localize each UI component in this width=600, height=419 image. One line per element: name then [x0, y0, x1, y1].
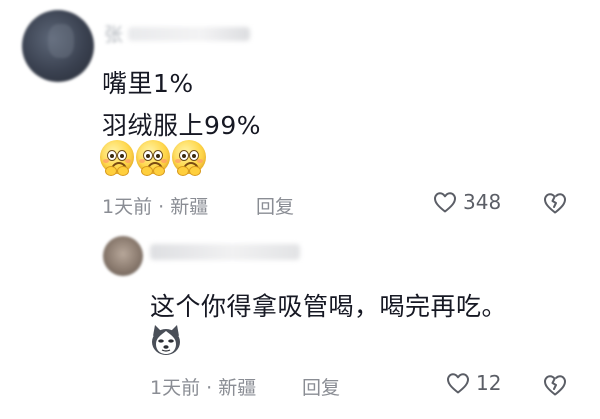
reply-text: 这个你得拿吸管喝，喝完再吃。	[150, 292, 508, 321]
like-button[interactable]: 348	[433, 190, 501, 214]
sweating-worried-face-emoji	[136, 140, 170, 176]
username[interactable]: 张	[104, 20, 124, 46]
dislike-button[interactable]	[542, 374, 568, 400]
comment-text-line: 嘴里1%	[102, 69, 194, 98]
time-location: 1天前 · 新疆	[150, 377, 257, 399]
like-count: 348	[463, 190, 502, 214]
broken-heart-icon	[544, 193, 566, 214]
emoji-row	[100, 140, 206, 176]
dislike-button[interactable]	[542, 192, 568, 218]
heart-icon	[434, 192, 456, 213]
avatar[interactable]	[22, 10, 94, 82]
sweating-worried-face-emoji	[100, 140, 134, 176]
sweating-worried-face-emoji	[172, 140, 206, 176]
reply-button[interactable]: 回复	[302, 373, 340, 400]
heart-icon	[447, 373, 469, 394]
time-location: 1天前 · 新疆	[102, 196, 209, 218]
username-blur-mask	[128, 27, 250, 41]
husky-dog-emoji	[152, 325, 180, 355]
reply-button[interactable]: 回复	[256, 192, 294, 219]
comment-text-line: 羽绒服上99%	[102, 111, 262, 140]
like-count: 12	[476, 371, 502, 395]
username-blur-mask	[150, 244, 300, 260]
broken-heart-icon	[544, 375, 566, 396]
avatar[interactable]	[103, 236, 143, 276]
like-button[interactable]: 12	[446, 371, 501, 395]
